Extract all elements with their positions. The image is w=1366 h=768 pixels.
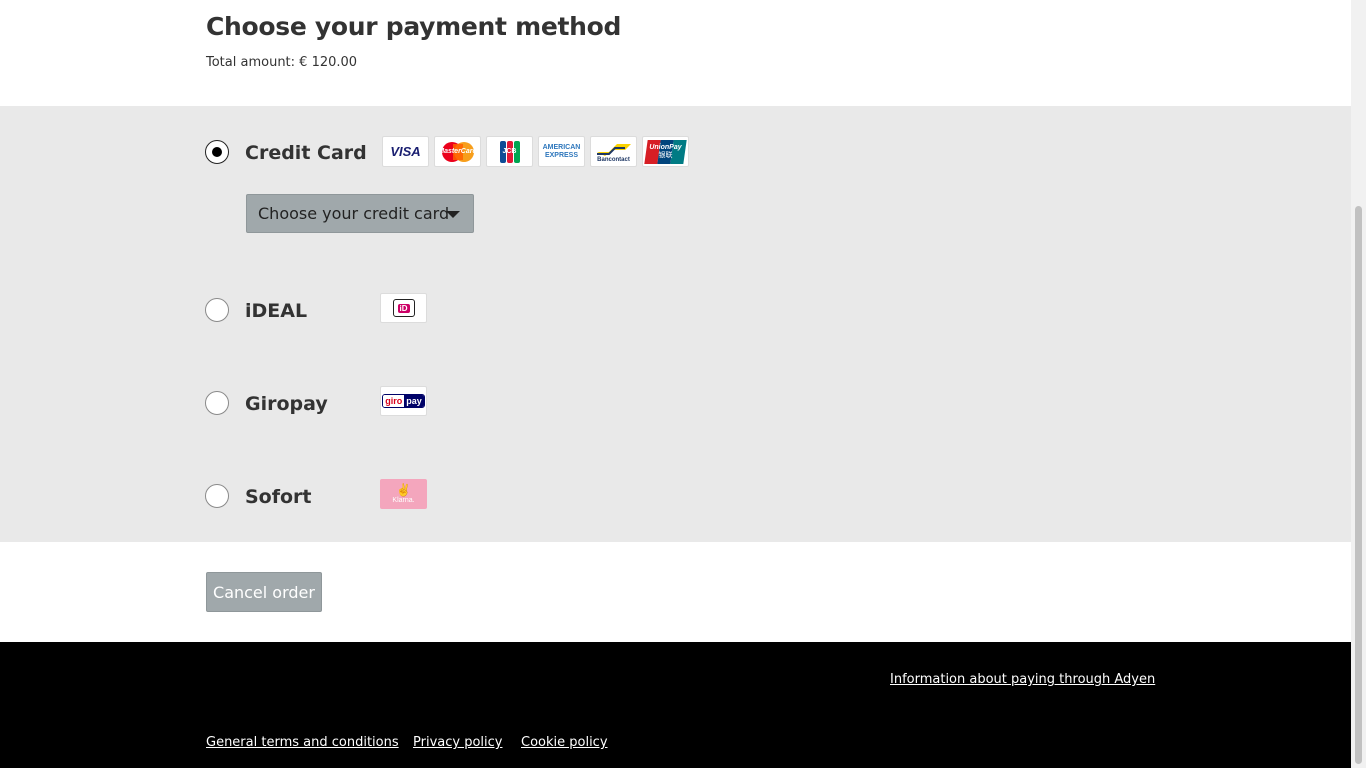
method-label-ideal[interactable]: iDEAL <box>245 300 307 322</box>
cookie-link[interactable]: Cookie policy <box>521 735 608 750</box>
unionpay-logo-cn: 银联 <box>658 151 673 159</box>
amex-logo-line1: AMERICAN <box>542 143 581 151</box>
adyen-info-link[interactable]: Information about paying through Adyen <box>890 672 1155 687</box>
privacy-link[interactable]: Privacy policy <box>413 735 502 750</box>
klarna-logo-text: Klarna. <box>392 497 415 504</box>
radio-ideal[interactable] <box>205 298 229 322</box>
peace-hand-icon: ✌ <box>396 483 411 497</box>
cancel-order-button[interactable]: Cancel order <box>206 572 322 612</box>
scrollbar-thumb[interactable] <box>1355 206 1362 764</box>
bancontact-icon <box>596 144 631 156</box>
method-label-credit-card[interactable]: Credit Card <box>245 142 367 164</box>
vertical-scrollbar[interactable] <box>1351 0 1366 768</box>
credit-card-select-label: Choose your credit card <box>258 204 450 223</box>
unionpay-text: UnionPay 银联 <box>649 144 681 160</box>
giropay-logo-giro: giro <box>383 395 405 407</box>
bancontact-logo: Bancontact <box>590 136 637 167</box>
header: Choose your payment method Total amount:… <box>0 0 1351 106</box>
page-title: Choose your payment method <box>206 12 622 41</box>
chevron-down-icon <box>446 211 460 218</box>
jcb-logo: JCB <box>486 136 533 167</box>
checkout-page: Choose your payment method Total amount:… <box>0 0 1351 768</box>
radio-giropay[interactable] <box>205 391 229 415</box>
giropay-logo: giro pay <box>380 386 427 416</box>
footer: Information about paying through Adyen G… <box>0 642 1351 768</box>
visa-logo-text: VISA <box>390 144 421 159</box>
ideal-logo-text: iD <box>397 303 410 313</box>
giropay-icon: giro pay <box>382 394 425 408</box>
ideal-logo: iD <box>380 293 427 323</box>
visa-logo: VISA <box>382 136 429 167</box>
unionpay-logo: UnionPay 银联 <box>642 136 689 167</box>
unionpay-logo-text: UnionPay <box>649 143 682 151</box>
radio-sofort[interactable] <box>205 484 229 508</box>
credit-card-select[interactable]: Choose your credit card <box>246 194 474 233</box>
mastercard-logo-text: MasterCard <box>438 148 477 155</box>
radio-credit-card[interactable] <box>205 140 229 164</box>
terms-link[interactable]: General terms and conditions <box>206 735 399 750</box>
total-amount: Total amount: € 120.00 <box>206 55 358 70</box>
giropay-logo-pay: pay <box>404 395 424 407</box>
amex-logo-line2: EXPRESS <box>544 151 579 159</box>
jcb-logo-text: JCB <box>502 148 517 155</box>
amex-logo: AMERICAN EXPRESS <box>538 136 585 167</box>
klarna-logo: ✌ Klarna. <box>380 479 427 509</box>
method-label-giropay[interactable]: Giropay <box>245 393 328 415</box>
bancontact-logo-text: Bancontact <box>597 157 630 163</box>
mastercard-logo: MasterCard <box>434 136 481 167</box>
payment-methods <box>0 106 1351 542</box>
method-label-sofort[interactable]: Sofort <box>245 486 312 508</box>
ideal-icon: iD <box>392 299 415 317</box>
